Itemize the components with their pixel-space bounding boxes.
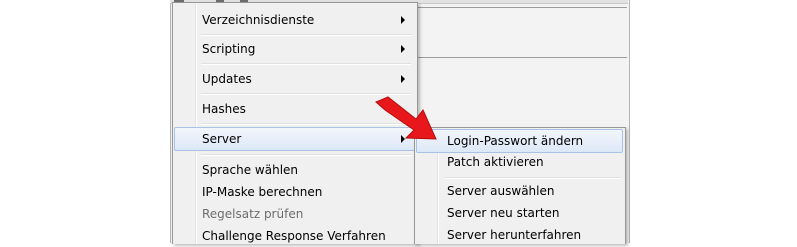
menu-item-label: Verzeichnisdienste — [202, 13, 315, 27]
submenu-item-label: Server neu starten — [447, 206, 560, 220]
menu-item-challenge-response[interactable]: Challenge Response Verfahren — [175, 225, 415, 247]
menu-separator — [201, 63, 411, 65]
submenu-item-server-neu-starten[interactable]: Server neu starten — [417, 202, 622, 224]
chevron-right-icon — [401, 45, 405, 53]
submenu-item-patch-aktivieren[interactable]: Patch aktivieren — [417, 151, 622, 173]
menu-item-label: Server — [202, 132, 242, 146]
menu-item-label: Updates — [202, 72, 252, 86]
menu-separator — [201, 154, 411, 156]
red-pointer-arrow-icon — [375, 96, 437, 140]
chevron-right-icon — [401, 75, 405, 83]
submenu-item-label: Server auswählen — [447, 184, 555, 198]
submenu-item-server-auswaehlen[interactable]: Server auswählen — [417, 180, 622, 202]
menu-item-label: Challenge Response Verfahren — [202, 229, 386, 243]
submenu-item-login-passwort-aendern[interactable]: Login-Passwort ändern — [416, 129, 623, 153]
menu-item-sprache-waehlen[interactable]: Sprache wählen — [175, 159, 415, 181]
chevron-right-icon — [401, 16, 405, 24]
submenu-separator — [445, 177, 621, 179]
background-divider — [418, 57, 627, 58]
menu-item-regelsatz-pruefen: Regelsatz prüfen — [175, 203, 415, 225]
menu-item-updates[interactable]: Updates — [175, 68, 415, 90]
menu-item-verzeichnisdienste[interactable]: Verzeichnisdienste — [175, 9, 415, 31]
menu-item-label: Hashes — [202, 102, 246, 116]
submenu-item-label: Login-Passwort ändern — [447, 134, 584, 148]
background-divider — [418, 7, 627, 8]
menu-item-label: IP-Maske berechnen — [202, 185, 323, 199]
menu-item-label: Scripting — [202, 42, 256, 56]
submenu-item-label: Patch aktivieren — [447, 155, 544, 169]
menu-item-scripting[interactable]: Scripting — [175, 38, 415, 60]
menu-item-label: Sprache wählen — [202, 163, 299, 177]
menu-item-ip-maske-berechnen[interactable]: IP-Maske berechnen — [175, 181, 415, 203]
menu-separator — [201, 34, 411, 36]
menu-item-label: Regelsatz prüfen — [202, 207, 304, 221]
